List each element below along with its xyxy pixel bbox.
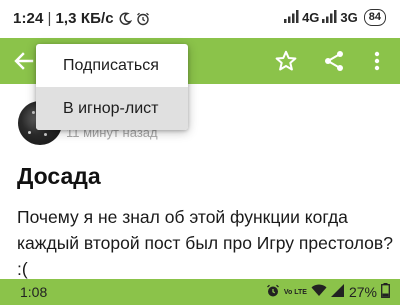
wifi-icon <box>311 284 327 300</box>
more-vert-icon[interactable] <box>362 38 392 84</box>
post-title: Досада <box>17 163 101 189</box>
alarm-icon <box>136 12 149 26</box>
status-bar: 1:24 | 1,3 КБ/с 4G 3G 84 <box>0 0 400 38</box>
alarm-icon <box>266 284 280 301</box>
signal-icon <box>284 9 300 26</box>
bottom-time: 1:08 <box>20 284 48 300</box>
network-type-1: 4G <box>302 10 320 25</box>
star-icon[interactable] <box>270 38 302 84</box>
volte-icon: Vo LTE <box>283 288 307 296</box>
menu-item-subscribe[interactable]: Подписаться <box>36 44 188 87</box>
status-separator: | <box>47 10 52 27</box>
signal-icon <box>330 284 345 300</box>
share-icon[interactable] <box>318 38 350 84</box>
signal-icon <box>322 9 338 26</box>
moon-icon <box>119 12 132 25</box>
status-time: 1:24 <box>13 10 44 27</box>
post-body: Почему я не знал об этой функции когда к… <box>17 207 393 279</box>
menu-item-ignore-list[interactable]: В игнор-лист <box>36 87 188 130</box>
status-left: 1:24 | 1,3 КБ/с <box>13 10 149 27</box>
status-right: 4G 3G 84 <box>284 9 386 26</box>
status-speed: 1,3 КБ/с <box>55 10 114 27</box>
battery-indicator: 84 <box>363 9 386 26</box>
bottom-status-bar: 1:08 Vo LTE 27% <box>0 279 400 305</box>
popup-menu: Подписаться В игнор-лист <box>36 44 188 130</box>
network-type-2: 3G <box>340 10 358 25</box>
bottom-status-right: Vo LTE 27% <box>262 283 390 301</box>
battery-percent: 27% <box>348 284 377 300</box>
battery-icon <box>381 283 390 301</box>
